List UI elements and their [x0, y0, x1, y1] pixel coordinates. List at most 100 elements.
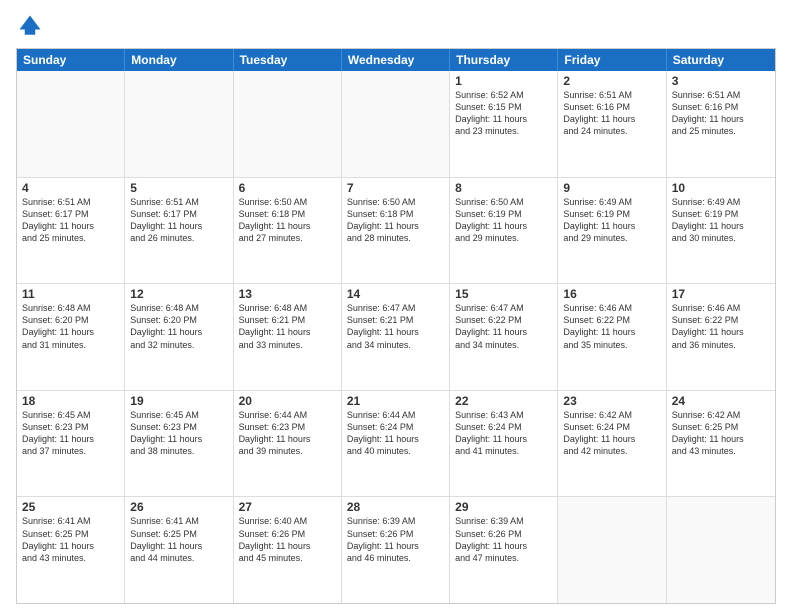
- day-number: 1: [455, 74, 552, 88]
- day-number: 24: [672, 394, 770, 408]
- day-info: Sunrise: 6:44 AMSunset: 6:23 PMDaylight:…: [239, 409, 336, 458]
- day-info: Sunrise: 6:42 AMSunset: 6:24 PMDaylight:…: [563, 409, 660, 458]
- day-info: Sunrise: 6:50 AMSunset: 6:18 PMDaylight:…: [239, 196, 336, 245]
- day-info: Sunrise: 6:51 AMSunset: 6:17 PMDaylight:…: [130, 196, 227, 245]
- day-number: 4: [22, 181, 119, 195]
- day-info: Sunrise: 6:45 AMSunset: 6:23 PMDaylight:…: [22, 409, 119, 458]
- day-cell-16: 16Sunrise: 6:46 AMSunset: 6:22 PMDayligh…: [558, 284, 666, 390]
- day-cell-6: 6Sunrise: 6:50 AMSunset: 6:18 PMDaylight…: [234, 178, 342, 284]
- day-cell-12: 12Sunrise: 6:48 AMSunset: 6:20 PMDayligh…: [125, 284, 233, 390]
- day-number: 18: [22, 394, 119, 408]
- day-cell-28: 28Sunrise: 6:39 AMSunset: 6:26 PMDayligh…: [342, 497, 450, 603]
- day-number: 21: [347, 394, 444, 408]
- logo-icon: [16, 12, 44, 40]
- day-cell-2: 2Sunrise: 6:51 AMSunset: 6:16 PMDaylight…: [558, 71, 666, 177]
- day-cell-9: 9Sunrise: 6:49 AMSunset: 6:19 PMDaylight…: [558, 178, 666, 284]
- day-cell-14: 14Sunrise: 6:47 AMSunset: 6:21 PMDayligh…: [342, 284, 450, 390]
- empty-cell: [125, 71, 233, 177]
- header-cell-saturday: Saturday: [667, 49, 775, 71]
- day-cell-18: 18Sunrise: 6:45 AMSunset: 6:23 PMDayligh…: [17, 391, 125, 497]
- logo: [16, 12, 48, 40]
- day-cell-13: 13Sunrise: 6:48 AMSunset: 6:21 PMDayligh…: [234, 284, 342, 390]
- day-cell-27: 27Sunrise: 6:40 AMSunset: 6:26 PMDayligh…: [234, 497, 342, 603]
- day-info: Sunrise: 6:47 AMSunset: 6:21 PMDaylight:…: [347, 302, 444, 351]
- day-info: Sunrise: 6:42 AMSunset: 6:25 PMDaylight:…: [672, 409, 770, 458]
- header: [16, 12, 776, 40]
- day-number: 29: [455, 500, 552, 514]
- day-info: Sunrise: 6:51 AMSunset: 6:16 PMDaylight:…: [672, 89, 770, 138]
- day-info: Sunrise: 6:43 AMSunset: 6:24 PMDaylight:…: [455, 409, 552, 458]
- day-cell-17: 17Sunrise: 6:46 AMSunset: 6:22 PMDayligh…: [667, 284, 775, 390]
- day-info: Sunrise: 6:51 AMSunset: 6:16 PMDaylight:…: [563, 89, 660, 138]
- day-info: Sunrise: 6:51 AMSunset: 6:17 PMDaylight:…: [22, 196, 119, 245]
- day-number: 6: [239, 181, 336, 195]
- day-cell-29: 29Sunrise: 6:39 AMSunset: 6:26 PMDayligh…: [450, 497, 558, 603]
- day-number: 14: [347, 287, 444, 301]
- empty-cell: [17, 71, 125, 177]
- day-cell-1: 1Sunrise: 6:52 AMSunset: 6:15 PMDaylight…: [450, 71, 558, 177]
- day-cell-7: 7Sunrise: 6:50 AMSunset: 6:18 PMDaylight…: [342, 178, 450, 284]
- day-info: Sunrise: 6:39 AMSunset: 6:26 PMDaylight:…: [455, 515, 552, 564]
- calendar: SundayMondayTuesdayWednesdayThursdayFrid…: [16, 48, 776, 604]
- day-info: Sunrise: 6:47 AMSunset: 6:22 PMDaylight:…: [455, 302, 552, 351]
- day-cell-5: 5Sunrise: 6:51 AMSunset: 6:17 PMDaylight…: [125, 178, 233, 284]
- day-info: Sunrise: 6:48 AMSunset: 6:20 PMDaylight:…: [22, 302, 119, 351]
- day-number: 3: [672, 74, 770, 88]
- day-info: Sunrise: 6:52 AMSunset: 6:15 PMDaylight:…: [455, 89, 552, 138]
- day-number: 11: [22, 287, 119, 301]
- day-info: Sunrise: 6:46 AMSunset: 6:22 PMDaylight:…: [563, 302, 660, 351]
- day-number: 15: [455, 287, 552, 301]
- day-number: 28: [347, 500, 444, 514]
- day-number: 2: [563, 74, 660, 88]
- day-number: 25: [22, 500, 119, 514]
- day-number: 7: [347, 181, 444, 195]
- calendar-row-2: 11Sunrise: 6:48 AMSunset: 6:20 PMDayligh…: [17, 284, 775, 391]
- page: SundayMondayTuesdayWednesdayThursdayFrid…: [0, 0, 792, 612]
- day-cell-15: 15Sunrise: 6:47 AMSunset: 6:22 PMDayligh…: [450, 284, 558, 390]
- calendar-row-0: 1Sunrise: 6:52 AMSunset: 6:15 PMDaylight…: [17, 71, 775, 178]
- header-cell-sunday: Sunday: [17, 49, 125, 71]
- day-cell-19: 19Sunrise: 6:45 AMSunset: 6:23 PMDayligh…: [125, 391, 233, 497]
- header-cell-friday: Friday: [558, 49, 666, 71]
- header-cell-tuesday: Tuesday: [234, 49, 342, 71]
- day-number: 8: [455, 181, 552, 195]
- day-cell-23: 23Sunrise: 6:42 AMSunset: 6:24 PMDayligh…: [558, 391, 666, 497]
- day-cell-25: 25Sunrise: 6:41 AMSunset: 6:25 PMDayligh…: [17, 497, 125, 603]
- day-cell-24: 24Sunrise: 6:42 AMSunset: 6:25 PMDayligh…: [667, 391, 775, 497]
- day-cell-20: 20Sunrise: 6:44 AMSunset: 6:23 PMDayligh…: [234, 391, 342, 497]
- day-number: 10: [672, 181, 770, 195]
- calendar-header: SundayMondayTuesdayWednesdayThursdayFrid…: [17, 49, 775, 71]
- day-info: Sunrise: 6:46 AMSunset: 6:22 PMDaylight:…: [672, 302, 770, 351]
- header-cell-monday: Monday: [125, 49, 233, 71]
- day-info: Sunrise: 6:48 AMSunset: 6:21 PMDaylight:…: [239, 302, 336, 351]
- day-cell-22: 22Sunrise: 6:43 AMSunset: 6:24 PMDayligh…: [450, 391, 558, 497]
- empty-cell: [234, 71, 342, 177]
- day-number: 26: [130, 500, 227, 514]
- day-number: 23: [563, 394, 660, 408]
- empty-cell: [667, 497, 775, 603]
- day-number: 5: [130, 181, 227, 195]
- day-info: Sunrise: 6:48 AMSunset: 6:20 PMDaylight:…: [130, 302, 227, 351]
- day-cell-8: 8Sunrise: 6:50 AMSunset: 6:19 PMDaylight…: [450, 178, 558, 284]
- day-number: 17: [672, 287, 770, 301]
- day-info: Sunrise: 6:41 AMSunset: 6:25 PMDaylight:…: [22, 515, 119, 564]
- day-cell-21: 21Sunrise: 6:44 AMSunset: 6:24 PMDayligh…: [342, 391, 450, 497]
- header-cell-thursday: Thursday: [450, 49, 558, 71]
- day-info: Sunrise: 6:45 AMSunset: 6:23 PMDaylight:…: [130, 409, 227, 458]
- day-info: Sunrise: 6:50 AMSunset: 6:18 PMDaylight:…: [347, 196, 444, 245]
- day-info: Sunrise: 6:40 AMSunset: 6:26 PMDaylight:…: [239, 515, 336, 564]
- day-cell-4: 4Sunrise: 6:51 AMSunset: 6:17 PMDaylight…: [17, 178, 125, 284]
- day-info: Sunrise: 6:50 AMSunset: 6:19 PMDaylight:…: [455, 196, 552, 245]
- day-cell-3: 3Sunrise: 6:51 AMSunset: 6:16 PMDaylight…: [667, 71, 775, 177]
- day-cell-10: 10Sunrise: 6:49 AMSunset: 6:19 PMDayligh…: [667, 178, 775, 284]
- header-cell-wednesday: Wednesday: [342, 49, 450, 71]
- day-number: 12: [130, 287, 227, 301]
- day-number: 16: [563, 287, 660, 301]
- calendar-row-4: 25Sunrise: 6:41 AMSunset: 6:25 PMDayligh…: [17, 497, 775, 603]
- day-number: 13: [239, 287, 336, 301]
- day-cell-26: 26Sunrise: 6:41 AMSunset: 6:25 PMDayligh…: [125, 497, 233, 603]
- calendar-row-3: 18Sunrise: 6:45 AMSunset: 6:23 PMDayligh…: [17, 391, 775, 498]
- day-cell-11: 11Sunrise: 6:48 AMSunset: 6:20 PMDayligh…: [17, 284, 125, 390]
- day-info: Sunrise: 6:44 AMSunset: 6:24 PMDaylight:…: [347, 409, 444, 458]
- day-number: 27: [239, 500, 336, 514]
